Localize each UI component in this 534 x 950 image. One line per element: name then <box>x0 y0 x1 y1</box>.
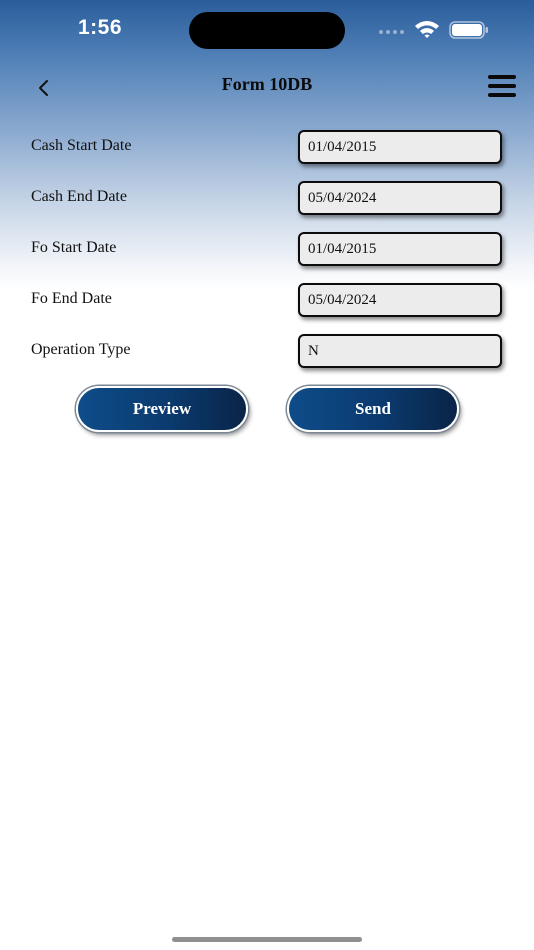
fo-end-date-label: Fo End Date <box>31 290 112 307</box>
cash-start-date-field[interactable] <box>298 130 502 164</box>
form-row-cash-end-date: Cash End Date <box>0 181 534 217</box>
fo-start-date-label: Fo Start Date <box>31 239 117 256</box>
form-row-cash-start-date: Cash Start Date <box>0 130 534 166</box>
preview-button[interactable]: Preview <box>76 386 248 432</box>
page-title: Form 10DB <box>221 74 313 94</box>
fo-end-date-field[interactable] <box>298 283 502 317</box>
wifi-icon <box>415 21 439 38</box>
status-bar: 1:56 <box>0 0 534 60</box>
operation-type-label: Operation Type <box>31 341 131 358</box>
fo-start-date-field[interactable] <box>298 232 502 266</box>
form-row-operation-type: Operation Type <box>0 334 534 370</box>
operation-type-field[interactable] <box>298 334 502 368</box>
menu-button[interactable] <box>486 74 518 100</box>
nav-bar: Form 10DB <box>0 62 534 112</box>
form-row-fo-end-date: Fo End Date <box>0 283 534 319</box>
cash-start-date-label: Cash Start Date <box>31 137 132 154</box>
cellular-signal-icon <box>379 30 407 36</box>
home-indicator <box>172 937 362 942</box>
form-row-fo-start-date: Fo Start Date <box>0 232 534 268</box>
send-button[interactable]: Send <box>287 386 459 432</box>
status-time: 1:56 <box>78 16 123 39</box>
cash-end-date-field[interactable] <box>298 181 502 215</box>
dynamic-island <box>189 12 345 49</box>
battery-icon <box>449 21 488 39</box>
cash-end-date-label: Cash End Date <box>31 188 127 205</box>
